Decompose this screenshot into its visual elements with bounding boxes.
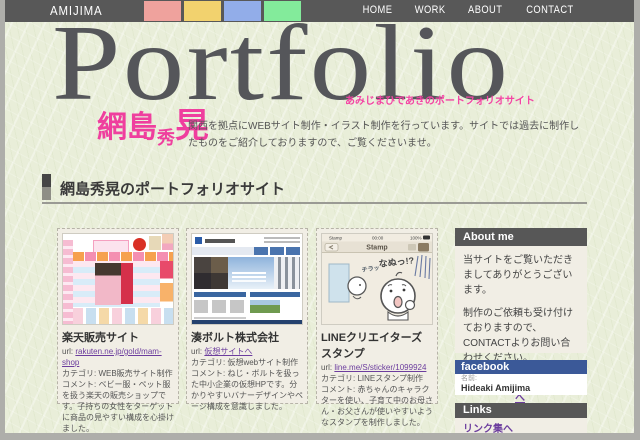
work-card-rakuten: 楽天販売サイト url: rakuten.ne.jp/gold/mam-shop… [57,228,179,433]
site-description: 関西を拠点にWEBサイト制作・イラスト制作を行っています。サイトでは過去に制作し… [188,121,580,149]
page-canvas: AMIJIMA HOME WORK ABOUT CONTACT Portfoli… [5,0,634,433]
nav-contact[interactable]: CONTACT [526,4,573,16]
url-label: url: [62,347,74,356]
thumb2-photo-collage [194,257,228,289]
phone-nav-title: Stamp [366,245,387,252]
author-name-part2: 秀 [157,128,175,148]
work-url-link[interactable]: 仮想サイトへ [204,347,252,356]
thumb1-red-circle [133,238,146,251]
thumb1-right-banners [160,261,173,307]
back-button[interactable] [324,243,339,252]
phone-status-time: 00:00 [372,236,384,241]
line-stamp-illustration: Stamp 00:00 100% Stamp チラッ なぬっ!? [322,234,432,324]
section-divider [42,202,587,204]
thumb2-logo-text [205,239,235,243]
bear-icon[interactable] [418,243,429,252]
page-frame: AMIJIMA HOME WORK ABOUT CONTACT Portfoli… [0,0,640,440]
phone-status-carrier: Stamp [329,236,343,241]
work-comment: コメント: ねじ・ボルトを扱った中小企業の仮想HPです。分かりやすいバナーデザイ… [191,369,303,411]
work-category: カテゴリ: WEB販売サイト制作 [62,369,173,378]
thumb2-text-lines [194,317,246,319]
open-mouth [393,295,403,309]
thumb1-nav-buttons [73,252,173,261]
links-body: リンク集へ [455,418,587,433]
work-category: カテゴリ: LINEスタンプ制作 [321,374,423,383]
thumb2-left-column-header [194,292,246,297]
facebook-header[interactable]: facebook [455,360,587,374]
thumb2-footer-bar [192,320,302,324]
links-header: Links [455,403,587,418]
about-me-text-1: 当サイトをご覧いただきましてありがとうございます。 [463,255,573,296]
work-thumbnail-rakuten[interactable] [62,233,174,325]
work-url-line: url: rakuten.ne.jp/gold/mam-shop [62,346,174,368]
author-name-part1: 網島 [97,111,157,144]
thumb2-hero-text [232,272,266,274]
phone-nav-icon[interactable] [408,244,416,251]
baby-hand [404,299,416,311]
site-subtitle: あみじまひであきのポートフォリオサイト [345,96,535,107]
work-card-line-stamp: Stamp 00:00 100% Stamp チラッ なぬっ!? LINEクリエ… [316,228,438,427]
work-url-line: url: 仮想サイトへ [191,346,303,357]
url-label: url: [191,347,203,356]
section-accent-bar [42,174,51,200]
work-url-link[interactable]: rakuten.ne.jp/gold/mam-shop [62,347,162,367]
battery-icon [423,235,430,240]
facebook-name-value: Hideaki Amijima [461,383,531,393]
thumb2-bolts-photo [274,257,300,289]
work-title: 湊ボルト株式会社 [191,332,279,344]
phone-status-battery-pct: 100% [410,236,422,241]
work-title: LINEクリエイターズスタンプ [321,332,423,360]
thumb1-sidebar [63,240,73,324]
thumb2-header-links [264,237,300,239]
about-me-text-2: 制作のご依頼も受け付けておりますので、CONTACTよりお問い合わせください。 [463,308,573,364]
url-label: url: [321,363,333,372]
thumb1-campaign-ribbon [121,263,133,304]
thumb1-pattern [149,236,161,250]
thumb2-right-column-header [250,292,300,297]
work-title: 楽天販売サイト [62,332,139,344]
facebook-body: 名前: Hideaki Amijima [455,374,587,395]
thumb2-logo-mark [195,237,202,244]
work-thumbnail-bolt[interactable] [191,233,303,325]
about-me-header: About me [455,228,587,246]
about-me-body: 当サイトをご覧いただきましてありがとうございます。 制作のご依頼も受け付けており… [455,246,587,404]
work-url-line: url: line.me/S/sticker/1099924 [321,362,433,373]
work-card-bolt: 湊ボルト株式会社 url: 仮想サイトへ カテゴリ: 仮想webサイト制作 コメ… [186,228,308,411]
thumb2-nav-buttons [254,247,302,255]
thumb1-girl-photo [95,263,121,305]
thumb1-baby-photo [162,234,173,250]
thumb1-product-row [73,308,173,324]
work-comment: コメント: 赤ちゃんのキャラクターを使い、子育て中のお母さん・お父さんが使いやす… [321,385,433,427]
link-collection-link[interactable]: リンク集へ [463,424,513,433]
work-thumbnail-line-stamp[interactable]: Stamp 00:00 100% Stamp チラッ なぬっ!? [321,233,433,325]
facebook-name-label: 名前: [461,375,477,382]
section-title: 網島秀晃のポートフォリオサイト [60,181,286,198]
door-shape [328,263,350,303]
work-comment: コメント: ベビー服・ペット服を扱う楽天の販売ショップです。子持ちの女性をターゲ… [62,380,174,433]
thumb2-left-column-items [194,300,246,313]
work-url-link[interactable]: line.me/S/sticker/1099924 [334,363,426,372]
peeking-baby-head [347,276,367,296]
thumb2-right-column-photo [250,300,280,313]
work-category: カテゴリ: 仮想webサイト制作 [191,358,299,367]
